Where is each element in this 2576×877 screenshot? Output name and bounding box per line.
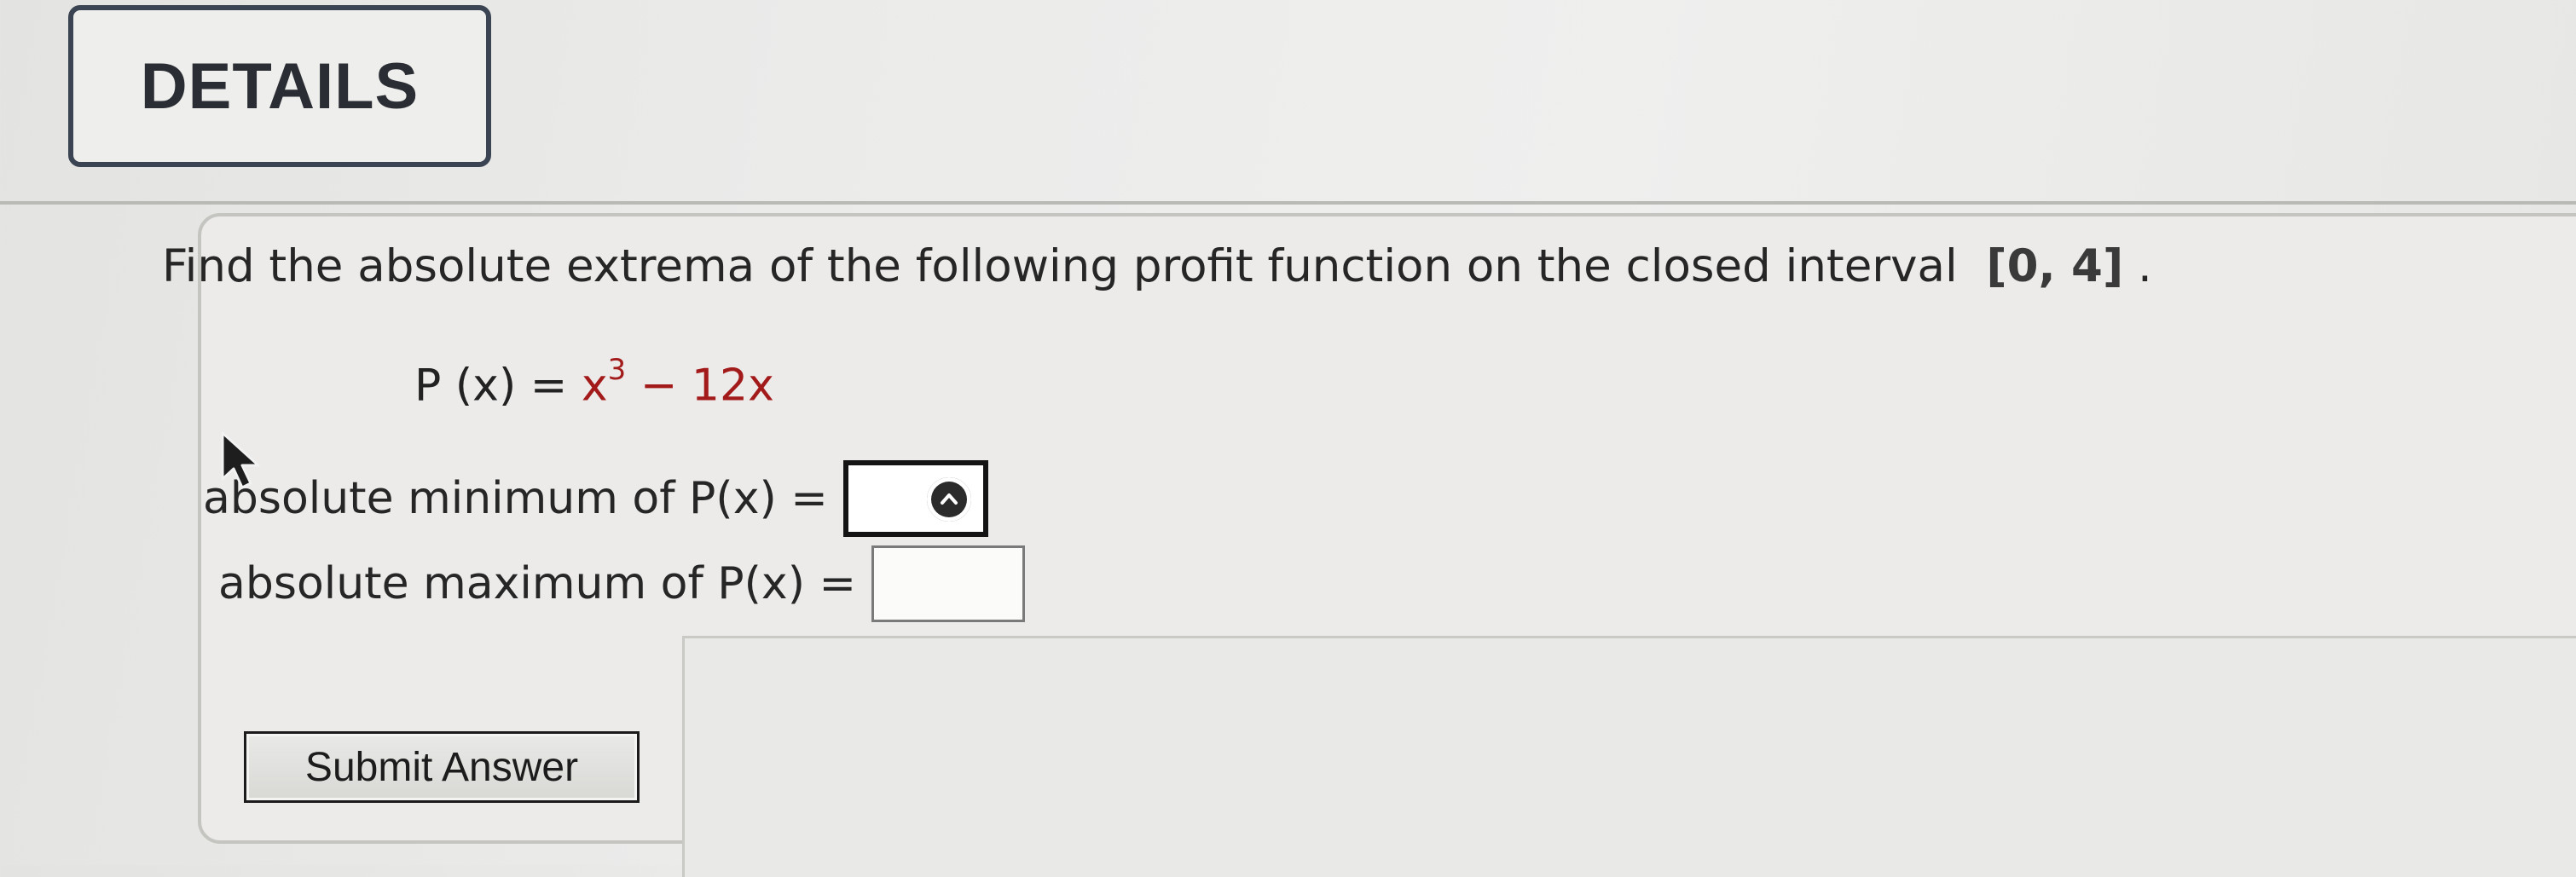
card-footer-panel	[682, 636, 2576, 877]
absolute-maximum-row: absolute maximum of P(x) =	[218, 545, 1026, 622]
profit-function: P (x) = x3 − 12x	[414, 353, 774, 412]
absolute-maximum-label: absolute maximum of P(x)	[218, 558, 805, 609]
absolute-maximum-equals: =	[819, 558, 857, 609]
absolute-minimum-equals: =	[790, 473, 828, 524]
question-period: .	[2138, 240, 2152, 292]
function-lhs: P (x)	[414, 360, 517, 412]
tab-divider	[0, 201, 2576, 205]
submit-answer-button[interactable]: Submit Answer	[244, 731, 640, 803]
absolute-minimum-input[interactable]	[842, 460, 988, 537]
question-interval: [0, 4]	[1986, 240, 2124, 292]
details-label: DETAILS	[140, 49, 420, 123]
function-equals: =	[530, 360, 568, 412]
question-text: Find the absolute extrema of the followi…	[162, 240, 2533, 292]
function-exponent: 3	[607, 353, 627, 387]
absolute-minimum-row: absolute minimum of P(x) =	[203, 460, 988, 537]
absolute-maximum-input[interactable]	[871, 545, 1026, 622]
absolute-minimum-label: absolute minimum of P(x)	[203, 473, 777, 524]
details-tab[interactable]: DETAILS	[68, 5, 491, 167]
question-prompt: Find the absolute extrema of the followi…	[162, 240, 1958, 292]
function-base: x	[581, 360, 608, 412]
chevron-up-icon[interactable]	[926, 477, 971, 522]
function-rest: − 12x	[640, 360, 774, 412]
